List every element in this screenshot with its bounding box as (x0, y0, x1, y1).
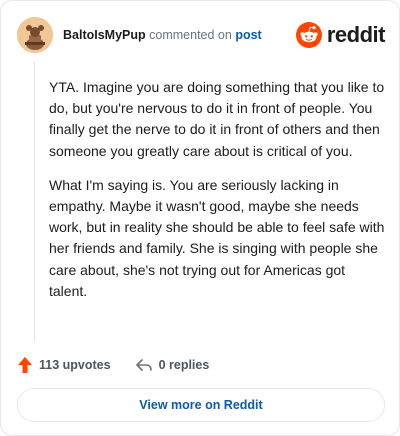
upvote-count: 113 upvotes (39, 358, 111, 372)
avatar[interactable] (17, 17, 53, 53)
view-more-button[interactable]: View more on Reddit (17, 388, 385, 422)
comment-meta: BaltoIsMyPup commented on post (63, 28, 262, 42)
embedded-comment-card: BaltoIsMyPup commented on post reddit YT… (0, 0, 400, 436)
upvote-button[interactable]: 113 upvotes (17, 356, 111, 374)
post-link[interactable]: post (235, 28, 261, 42)
reddit-logo-icon (295, 22, 322, 48)
comment-header: BaltoIsMyPup commented on post reddit (17, 17, 386, 53)
avatar-icon (17, 17, 53, 53)
comment-actions: 113 upvotes 0 replies (17, 354, 209, 376)
upvote-arrow-icon (18, 357, 32, 373)
thread-line (34, 61, 35, 341)
reply-count: 0 replies (158, 358, 210, 372)
author-name[interactable]: BaltoIsMyPup (63, 28, 146, 42)
reddit-wordmark: reddit (326, 22, 386, 47)
reply-arrow-icon (135, 359, 152, 371)
action-text: commented on (149, 28, 232, 42)
reply-button[interactable]: 0 replies (135, 358, 210, 372)
comment-paragraph: YTA. Imagine you are doing something tha… (49, 79, 385, 159)
comment-paragraph: What I'm saying is. You are seriously la… (49, 176, 385, 299)
reddit-logo[interactable]: reddit (295, 19, 386, 51)
comment-body: YTA. Imagine you are doing something tha… (49, 77, 387, 302)
